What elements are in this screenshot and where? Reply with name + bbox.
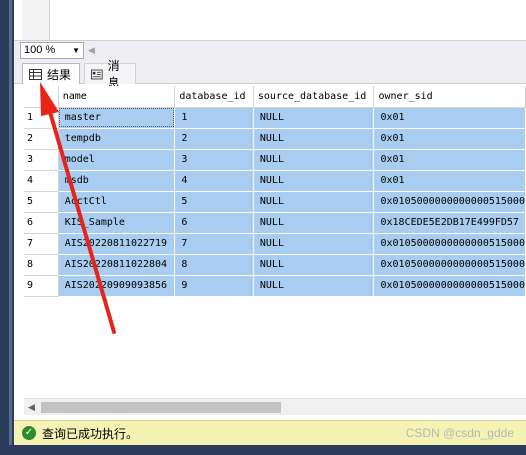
tab-results-label: 结果 xyxy=(47,67,72,82)
chevron-down-icon[interactable]: ▼ xyxy=(72,43,80,58)
scroll-left-icon[interactable]: ◀ xyxy=(88,43,95,58)
zoom-value: 100 % xyxy=(24,44,56,56)
cell-source-database-id[interactable]: NULL xyxy=(253,149,375,171)
cell-database-id[interactable]: 6 xyxy=(174,212,254,234)
table-row[interactable]: 2 tempdb 2 NULL 0x01 xyxy=(24,128,526,150)
row-number[interactable]: 1 xyxy=(24,107,59,129)
cell-database-id[interactable]: 3 xyxy=(174,149,254,171)
results-tab-bar: 结果 消息 xyxy=(14,59,526,90)
table-row[interactable]: 1 master 1 NULL 0x01 xyxy=(24,107,526,129)
cell-owner-sid[interactable]: 0x18CEDE5E2DB17E499FD57 xyxy=(373,212,526,234)
table-header-row: name database_id source_database_id owne… xyxy=(24,86,526,108)
cell-name[interactable]: AcctCtl xyxy=(58,191,176,213)
scrollbar-thumb[interactable] xyxy=(41,402,281,413)
column-header-name[interactable]: name xyxy=(58,86,176,108)
cell-owner-sid[interactable]: 0x01 xyxy=(373,170,526,192)
cell-name[interactable]: master xyxy=(58,107,176,129)
cell-name[interactable]: KIS_Sample xyxy=(58,212,176,234)
row-number[interactable]: 3 xyxy=(24,149,59,171)
horizontal-scrollbar[interactable]: ◀ xyxy=(24,398,526,415)
cell-database-id[interactable]: 5 xyxy=(174,191,254,213)
cell-name[interactable]: model xyxy=(58,149,176,171)
tab-results[interactable]: 结果 xyxy=(22,63,80,84)
cell-source-database-id[interactable]: NULL xyxy=(253,128,375,150)
results-grid[interactable]: name database_id source_database_id owne… xyxy=(24,86,526,398)
row-number[interactable]: 4 xyxy=(24,170,59,192)
cell-source-database-id[interactable]: NULL xyxy=(253,107,375,129)
editor-margin xyxy=(22,0,50,40)
cell-database-id[interactable]: 9 xyxy=(174,275,254,297)
row-number[interactable]: 8 xyxy=(24,254,59,276)
cell-owner-sid[interactable]: 0x0105000000000000515000 xyxy=(373,191,526,213)
window-frame-bottom xyxy=(0,445,526,455)
row-number[interactable]: 2 xyxy=(24,128,59,150)
cell-owner-sid[interactable]: 0x01 xyxy=(373,149,526,171)
cell-database-id[interactable]: 2 xyxy=(174,128,254,150)
cell-source-database-id[interactable]: NULL xyxy=(253,191,375,213)
cell-name[interactable]: AIS20220909093856 xyxy=(58,275,176,297)
cell-source-database-id[interactable]: NULL xyxy=(253,275,375,297)
table-row[interactable]: 5 AcctCtl 5 NULL 0x0105000000000000515000 xyxy=(24,191,526,213)
scroll-left-icon[interactable]: ◀ xyxy=(28,399,35,415)
cell-name[interactable]: AIS20220811022719 xyxy=(58,233,176,255)
tab-messages[interactable]: 消息 xyxy=(84,59,136,90)
cell-source-database-id[interactable]: NULL xyxy=(253,170,375,192)
zoom-bar: 100 % ▼ ◀ xyxy=(14,40,526,60)
cell-source-database-id[interactable]: NULL xyxy=(253,254,375,276)
cell-database-id[interactable]: 4 xyxy=(174,170,254,192)
cell-database-id[interactable]: 7 xyxy=(174,233,254,255)
row-number[interactable]: 9 xyxy=(24,275,59,297)
cell-source-database-id[interactable]: NULL xyxy=(253,233,375,255)
table-row[interactable]: 4 msdb 4 NULL 0x01 xyxy=(24,170,526,192)
table-row[interactable]: 6 KIS_Sample 6 NULL 0x18CEDE5E2DB17E499FD57 xyxy=(24,212,526,234)
column-header-source-database-id[interactable]: source_database_id xyxy=(253,86,375,108)
table-row[interactable]: 7 AIS20220811022719 7 NULL 0x010500000000000… xyxy=(24,233,526,255)
query-editor[interactable] xyxy=(14,0,526,40)
select-all-corner[interactable] xyxy=(24,86,59,108)
zoom-select[interactable]: 100 % ▼ xyxy=(20,42,84,59)
cell-name[interactable]: AIS20220811022804 xyxy=(58,254,176,276)
column-header-owner-sid[interactable]: owner_sid xyxy=(373,86,526,108)
cell-name[interactable]: tempdb xyxy=(58,128,176,150)
cell-source-database-id[interactable]: NULL xyxy=(253,212,375,234)
status-text: 查询已成功执行。 xyxy=(42,426,139,441)
check-circle-icon: ✓ xyxy=(22,426,36,440)
status-bar: ✓ 查询已成功执行。 CSDN @csdn_gdde xyxy=(14,420,526,445)
table-row[interactable]: 3 model 3 NULL 0x01 xyxy=(24,149,526,171)
row-number[interactable]: 5 xyxy=(24,191,59,213)
cell-owner-sid[interactable]: 0x0105000000000000515000 xyxy=(373,233,526,255)
cell-owner-sid[interactable]: 0x01 xyxy=(373,107,526,129)
cell-owner-sid[interactable]: 0x01 xyxy=(373,128,526,150)
table-row[interactable]: 8 AIS20220811022804 8 NULL 0x010500000000000… xyxy=(24,254,526,276)
table-row[interactable]: 9 AIS20220909093856 9 NULL 0x010500000000000… xyxy=(24,275,526,297)
message-icon xyxy=(91,69,103,79)
row-number[interactable]: 7 xyxy=(24,233,59,255)
cell-owner-sid[interactable]: 0x0105000000000000515000 xyxy=(373,275,526,297)
grid-icon xyxy=(29,68,42,80)
column-header-database-id[interactable]: database_id xyxy=(174,86,254,108)
cell-database-id[interactable]: 8 xyxy=(174,254,254,276)
cell-database-id[interactable]: 1 xyxy=(174,107,254,129)
cell-name[interactable]: msdb xyxy=(58,170,176,192)
window-frame-left xyxy=(0,0,14,455)
watermark: CSDN @csdn_gdde xyxy=(405,426,514,440)
row-number[interactable]: 6 xyxy=(24,212,59,234)
results-table: name database_id source_database_id owne… xyxy=(24,86,526,297)
cell-owner-sid[interactable]: 0x0105000000000000515000 xyxy=(373,254,526,276)
